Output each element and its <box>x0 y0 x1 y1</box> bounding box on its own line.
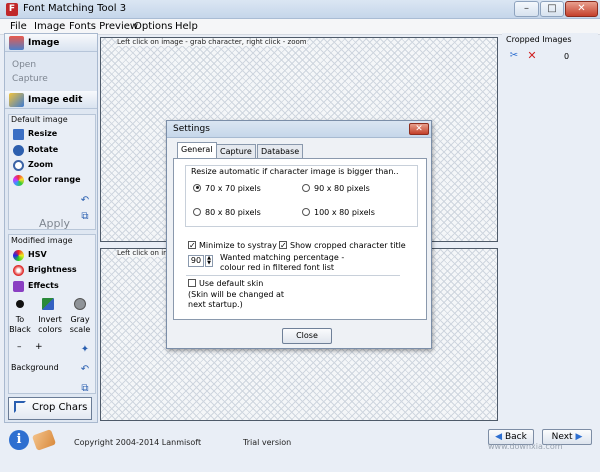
rotate-icon <box>13 145 24 156</box>
zoom-icon <box>13 160 24 171</box>
cropped-images-title: Cropped Images <box>506 35 572 44</box>
crop-chars-label: Crop Chars <box>32 402 88 413</box>
unchecked-box-icon <box>188 278 196 287</box>
left-panel: Image Open Capture Image edit Default im… <box>4 33 98 423</box>
capture-link[interactable]: Capture <box>12 74 48 84</box>
radio-icon <box>302 207 310 216</box>
back-arrow-icon: ◀ <box>495 432 505 442</box>
background-color-icon[interactable]: ✦ <box>79 344 91 356</box>
settings-close-icon[interactable]: ✕ <box>409 123 429 135</box>
effects-icon <box>13 281 24 292</box>
modified-canvas-hint: Left click on ir <box>117 249 167 257</box>
gray-scale-label: Gray scale <box>69 315 91 334</box>
option-100x80[interactable]: 100 x 80 pixels <box>302 207 375 217</box>
minimize-button[interactable]: – <box>514 1 539 17</box>
resize-note: Resize automatic if character image is b… <box>191 167 399 176</box>
undo-modified-icon[interactable]: ↶ <box>79 364 91 376</box>
app-icon: F <box>6 3 18 16</box>
divider <box>186 275 400 276</box>
image-section-header[interactable]: Image <box>5 34 97 52</box>
menu-file[interactable]: File <box>10 21 27 32</box>
info-icon[interactable]: i <box>9 430 29 450</box>
tab-database[interactable]: Database <box>257 144 304 158</box>
crop-tool-icon[interactable]: ✂ <box>508 50 520 62</box>
image-edit-label: Image edit <box>28 95 83 105</box>
general-tab-page: Resize automatic if character image is b… <box>173 158 427 320</box>
apply-button[interactable]: Apply <box>39 217 70 230</box>
menu-image[interactable]: Image <box>34 21 65 32</box>
eraser-icon[interactable] <box>31 429 57 451</box>
show-title-checkbox[interactable]: ✓ Show cropped character title <box>279 240 406 250</box>
tab-capture[interactable]: Capture <box>216 144 256 158</box>
crop-chars-button[interactable]: Crop Chars <box>8 397 92 420</box>
resize-icon <box>13 129 24 140</box>
reset-modified-icon[interactable]: ⧉ <box>79 383 91 395</box>
menu-fonts-preview[interactable]: Fonts Preview <box>69 21 138 32</box>
option-90x80[interactable]: 90 x 80 pixels <box>302 183 370 193</box>
radio-selected-icon <box>193 183 201 192</box>
option-80x80[interactable]: 80 x 80 pixels <box>193 207 261 217</box>
radio-icon <box>302 183 310 192</box>
menu-options[interactable]: Options <box>134 21 173 32</box>
radio-icon <box>193 207 201 216</box>
delete-icon[interactable]: ✕ <box>526 50 538 62</box>
license-status: Trial version <box>243 438 292 447</box>
default-image-label: Default image <box>11 115 68 124</box>
reset-icon[interactable]: ⧉ <box>79 211 91 223</box>
cropped-images-panel: Cropped Images ✂ ✕ 0 <box>502 33 598 423</box>
next-arrow-icon: ▶ <box>572 432 583 442</box>
window-title: Font Matching Tool 3 <box>23 3 127 14</box>
settings-title: Settings <box>173 124 210 134</box>
title-bar: F Font Matching Tool 3 – □ ✕ <box>0 0 600 19</box>
settings-title-bar: Settings ✕ <box>167 121 431 138</box>
modified-image-label: Modified image <box>11 236 73 245</box>
tab-general[interactable]: General <box>177 142 217 159</box>
minimize-systray-checkbox[interactable]: ✓ Minimize to systray <box>188 240 277 250</box>
to-black-label: To Black <box>9 315 31 334</box>
plus-button[interactable]: + <box>35 342 43 352</box>
option-70x70[interactable]: 70 x 70 pixels <box>193 183 261 193</box>
invert-colors-label: Invert colors <box>38 315 62 334</box>
checkmark-icon: ✓ <box>279 240 287 250</box>
undo-icon[interactable]: ↶ <box>79 195 91 207</box>
crop-icon <box>14 401 26 413</box>
percentage-text: Wanted matching percentage - colour red … <box>220 253 345 272</box>
original-canvas-hint: Left click on image - grab character, ri… <box>117 38 307 46</box>
open-link[interactable]: Open <box>12 60 36 70</box>
copyright-text: Copyright 2004-2014 Lanmisoft <box>74 438 202 447</box>
invert-colors-icon[interactable] <box>42 298 54 310</box>
settings-close-button[interactable]: Close <box>282 328 332 344</box>
minus-button[interactable]: – <box>17 342 22 352</box>
edit-pencil-icon <box>9 93 24 107</box>
color-range-icon <box>13 175 24 186</box>
maximize-button[interactable]: □ <box>540 1 564 17</box>
default-skin-checkbox[interactable]: Use default skin <box>188 278 263 288</box>
cropped-count: 0 <box>564 52 570 61</box>
background-label: Background <box>11 363 59 372</box>
gray-scale-icon[interactable] <box>74 298 86 310</box>
image-edit-header[interactable]: Image edit <box>5 91 97 109</box>
percentage-spinner[interactable]: ▲ ▼ <box>205 255 213 267</box>
close-window-button[interactable]: ✕ <box>565 1 598 17</box>
skin-note: (Skin will be changed at next startup.) <box>188 290 285 309</box>
image-icon <box>9 36 24 50</box>
menu-help[interactable]: Help <box>175 21 198 32</box>
hsv-icon <box>13 250 24 261</box>
to-black-icon[interactable] <box>16 300 24 308</box>
percentage-input[interactable]: 90 <box>188 255 204 267</box>
watermark-text: www.downxia.com <box>488 442 563 451</box>
brightness-icon <box>13 265 24 276</box>
settings-dialog: Settings ✕ General Capture Database Resi… <box>166 120 432 349</box>
image-header-label: Image <box>28 38 60 48</box>
checkmark-icon: ✓ <box>188 240 196 250</box>
